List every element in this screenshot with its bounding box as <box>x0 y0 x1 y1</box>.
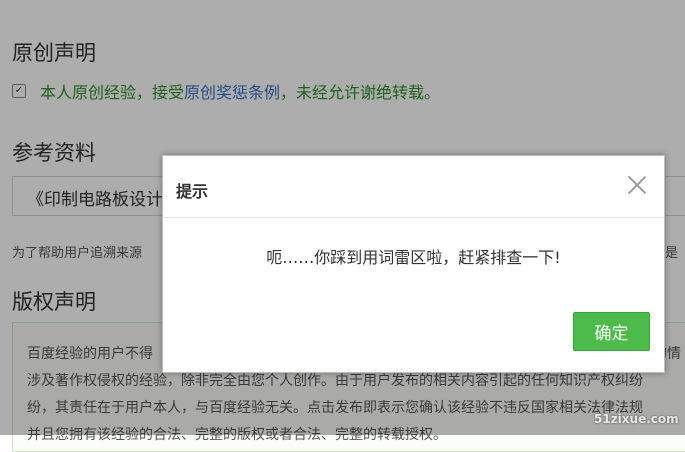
site-watermark: 51zixue.com <box>594 412 679 426</box>
close-icon[interactable] <box>627 175 647 195</box>
dialog-title: 提示 <box>176 182 209 201</box>
dialog-header: 提示 <box>163 156 664 218</box>
confirm-button[interactable]: 确定 <box>573 312 650 351</box>
dialog-message: 呃……你踩到用词雷区啦，赶紧排查一下! <box>266 248 561 267</box>
alert-dialog: 提示 呃……你踩到用词雷区啦，赶紧排查一下! 确定 <box>162 155 665 373</box>
